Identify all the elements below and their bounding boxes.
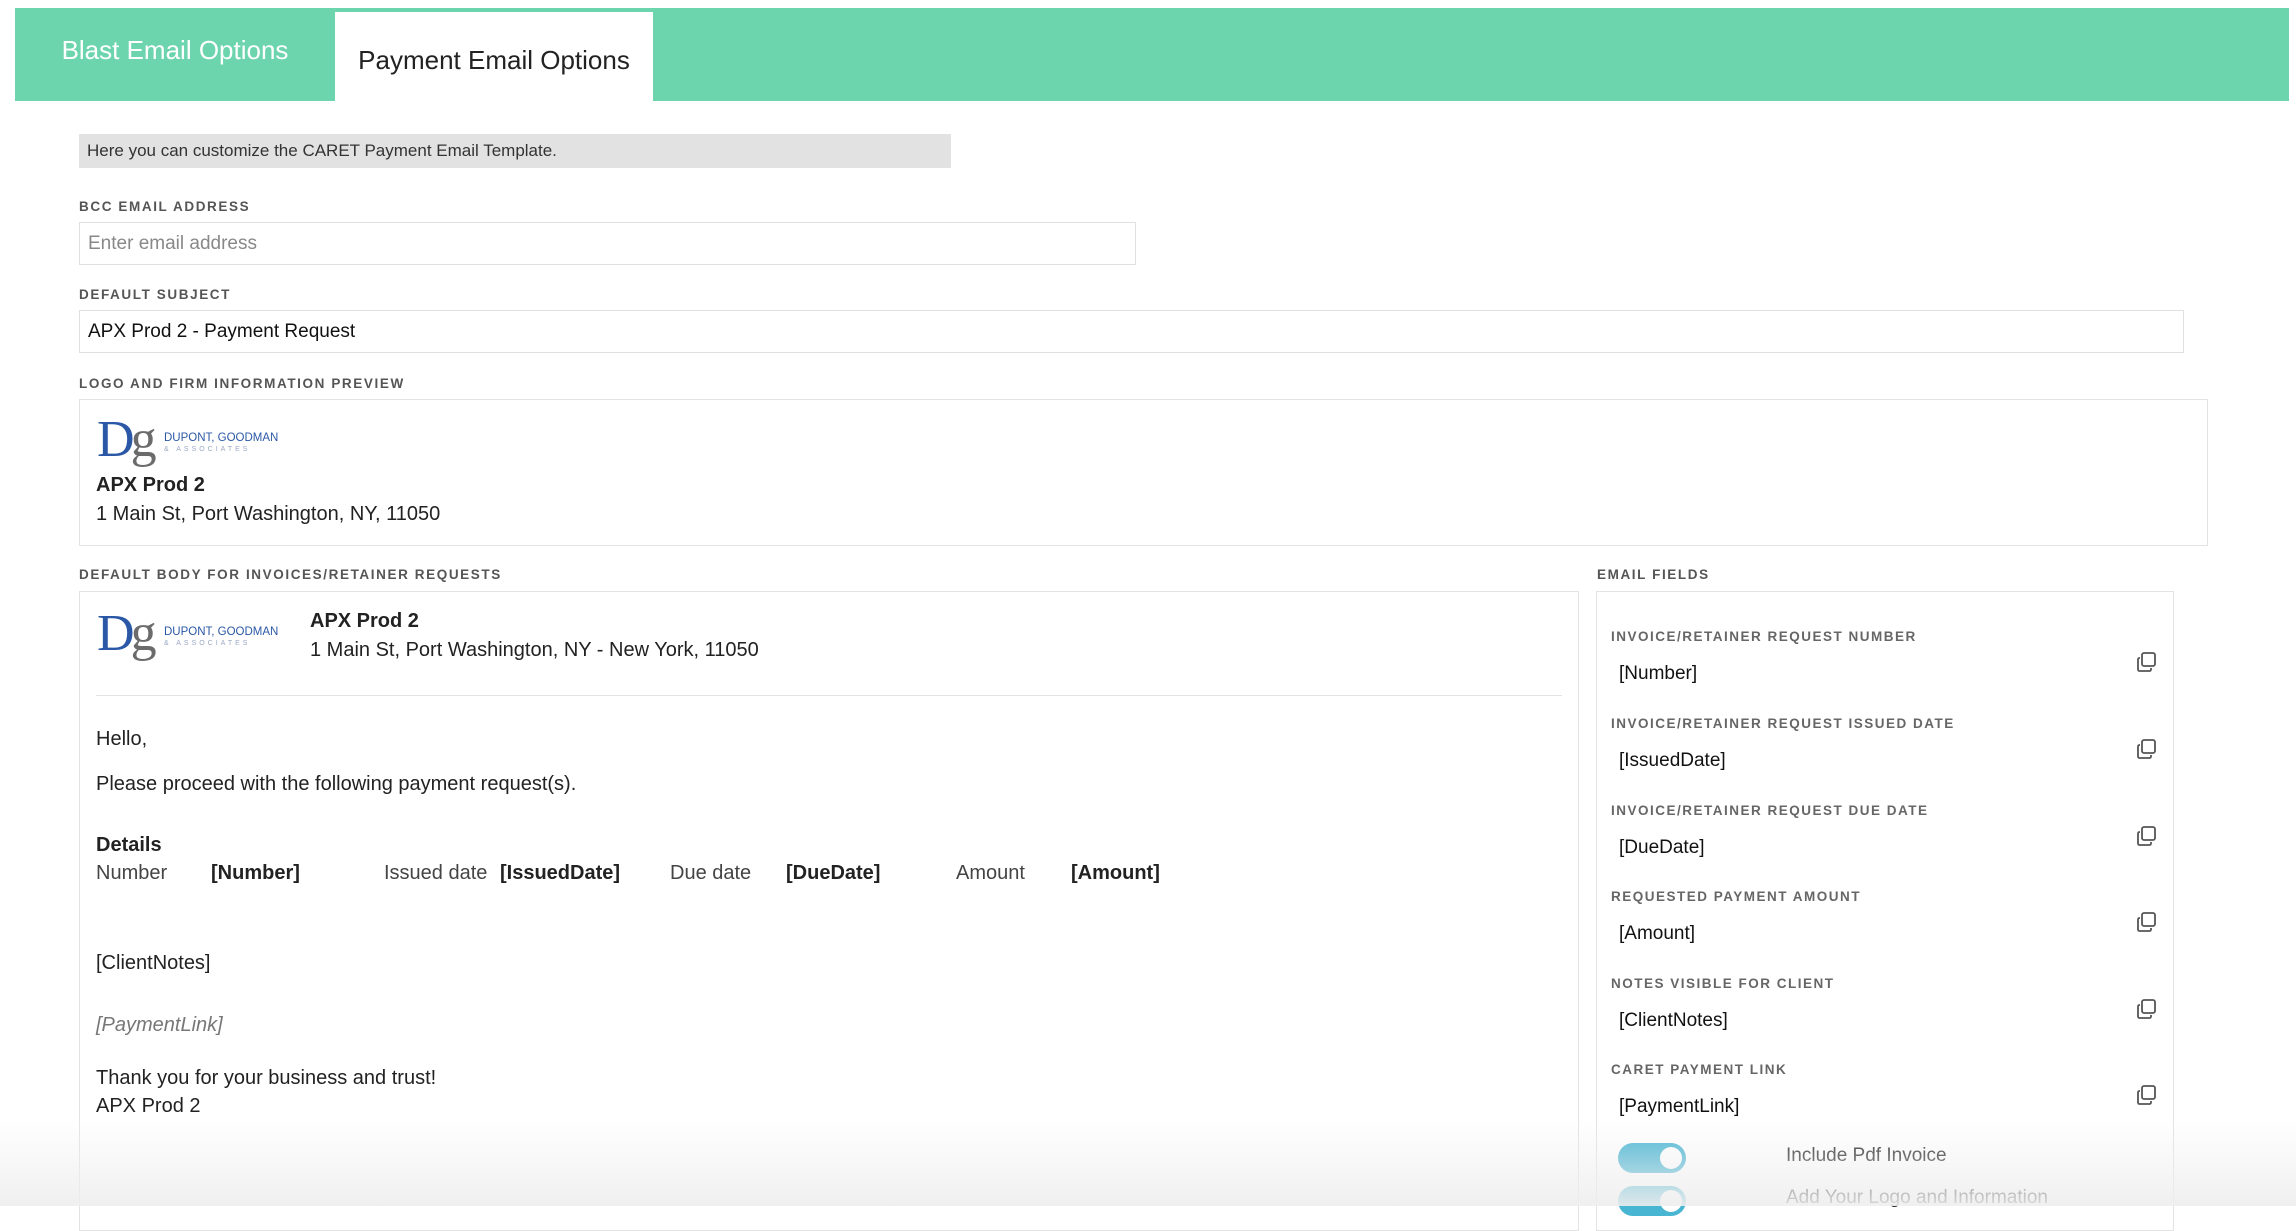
body-divider bbox=[96, 695, 1562, 696]
info-banner: Here you can customize the CARET Payment… bbox=[79, 134, 951, 168]
include-pdf-invoice-label: Include Pdf Invoice bbox=[1786, 1145, 1947, 1166]
body-payment-link: [PaymentLink] bbox=[96, 1014, 223, 1036]
details-issued-value: [IssuedDate] bbox=[500, 862, 621, 884]
field-value-due-date[interactable]: [DueDate] bbox=[1619, 837, 1705, 859]
copy-icon[interactable] bbox=[2136, 998, 2158, 1020]
body-client-notes: [ClientNotes] bbox=[96, 952, 211, 974]
field-value-issued-date[interactable]: [IssuedDate] bbox=[1619, 750, 1726, 772]
field-value-number[interactable]: [Number] bbox=[1619, 663, 1697, 685]
field-value-client-notes[interactable]: [ClientNotes] bbox=[1619, 1010, 1728, 1032]
details-due-label: Due date bbox=[670, 862, 752, 884]
default-subject-input[interactable] bbox=[79, 310, 2184, 353]
logo-preview-label: LOGO AND FIRM INFORMATION PREVIEW bbox=[79, 376, 405, 391]
add-logo-information-toggle[interactable] bbox=[1618, 1186, 1686, 1216]
info-banner-text: Here you can customize the CARET Payment… bbox=[87, 141, 557, 160]
preview-firm-address: 1 Main St, Port Washington, NY, 11050 bbox=[96, 503, 441, 525]
body-intro: Please proceed with the following paymen… bbox=[96, 773, 577, 795]
details-number-value: [Number] bbox=[211, 862, 300, 884]
copy-icon[interactable] bbox=[2136, 1084, 2158, 1106]
copy-icon[interactable] bbox=[2136, 825, 2158, 847]
include-pdf-invoice-toggle[interactable] bbox=[1618, 1143, 1686, 1173]
field-label-due-date: INVOICE/RETAINER REQUEST DUE DATE bbox=[1611, 803, 1929, 818]
tab-blast-email-options[interactable]: Blast Email Options bbox=[15, 8, 335, 101]
details-amount-value: [Amount] bbox=[1071, 862, 1160, 884]
field-label-client-notes: NOTES VISIBLE FOR CLIENT bbox=[1611, 976, 1835, 991]
details-heading: Details bbox=[96, 834, 162, 856]
body-thanks: Thank you for your business and trust! bbox=[96, 1067, 437, 1089]
firm-logo: Dg DUPONT, GOODMAN & ASSOCIATES bbox=[97, 411, 279, 468]
field-label-amount: REQUESTED PAYMENT AMOUNT bbox=[1611, 889, 1862, 904]
tab-bar: Blast Email Options Payment Email Option… bbox=[15, 8, 2289, 101]
details-issued-label: Issued date bbox=[384, 862, 488, 884]
details-number-label: Number bbox=[96, 862, 168, 884]
email-fields-panel bbox=[1596, 591, 2174, 1231]
body-firm-address: 1 Main St, Port Washington, NY - New Yor… bbox=[310, 639, 759, 661]
bcc-email-input[interactable] bbox=[79, 222, 1136, 265]
details-due-value: [DueDate] bbox=[786, 862, 881, 884]
default-body-label: DEFAULT BODY FOR INVOICES/RETAINER REQUE… bbox=[79, 567, 502, 582]
preview-firm-name: APX Prod 2 bbox=[96, 474, 205, 496]
details-amount-label: Amount bbox=[956, 862, 1025, 884]
body-firm-logo: Dg DUPONT, GOODMAN & ASSOCIATES bbox=[97, 605, 279, 662]
email-fields-label: EMAIL FIELDS bbox=[1597, 567, 1710, 582]
body-firm-name: APX Prod 2 bbox=[310, 610, 419, 632]
body-signature: APX Prod 2 bbox=[96, 1095, 201, 1117]
copy-icon[interactable] bbox=[2136, 651, 2158, 673]
copy-icon[interactable] bbox=[2136, 738, 2158, 760]
field-value-payment-link[interactable]: [PaymentLink] bbox=[1619, 1096, 1739, 1118]
default-body-editor[interactable] bbox=[79, 591, 1579, 1231]
default-subject-label: DEFAULT SUBJECT bbox=[79, 287, 232, 302]
body-greeting: Hello, bbox=[96, 728, 148, 750]
field-label-issued-date: INVOICE/RETAINER REQUEST ISSUED DATE bbox=[1611, 716, 1955, 731]
field-label-number: INVOICE/RETAINER REQUEST NUMBER bbox=[1611, 629, 1917, 644]
bcc-email-label: BCC EMAIL ADDRESS bbox=[79, 199, 251, 214]
field-label-payment-link: CARET PAYMENT LINK bbox=[1611, 1062, 1788, 1077]
field-value-amount[interactable]: [Amount] bbox=[1619, 923, 1695, 945]
copy-icon[interactable] bbox=[2136, 911, 2158, 933]
tab-payment-email-options[interactable]: Payment Email Options bbox=[335, 12, 653, 101]
